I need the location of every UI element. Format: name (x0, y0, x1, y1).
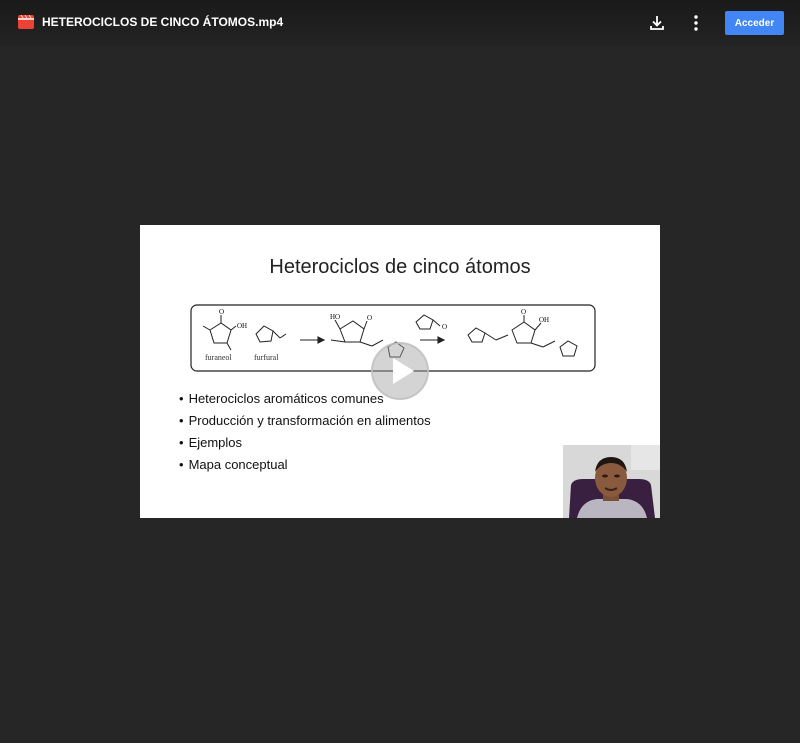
signin-button[interactable]: Acceder (725, 11, 784, 35)
presenter-image (563, 445, 660, 518)
scheme-atom-o3: O (442, 323, 447, 331)
scheme-atom-o: O (219, 308, 224, 316)
top-bar: HETEROCICLOS DE CINCO ÁTOMOS.mp4 Acceder (0, 0, 800, 46)
scheme-atom-o2: O (367, 314, 372, 322)
slide-bullet-list: Heterociclos aromáticos comunes Producci… (179, 391, 431, 479)
scheme-atom-ho: HO (330, 313, 340, 321)
scheme-atom-oh: OH (237, 322, 247, 330)
presenter-video (563, 445, 660, 518)
video-player[interactable]: Heterociclos de cinco átomos O OH furane… (140, 225, 660, 518)
scheme-label-furfural: furfural (254, 353, 279, 362)
bullet-item: Producción y transformación en alimentos (179, 413, 431, 435)
file-name: HETEROCICLOS DE CINCO ÁTOMOS.mp4 (42, 15, 284, 29)
video-file-icon (18, 15, 34, 29)
download-icon[interactable] (646, 12, 668, 34)
bullet-item: Ejemplos (179, 435, 431, 457)
more-vert-icon[interactable] (685, 12, 707, 34)
scheme-label-furaneol: furaneol (205, 353, 232, 362)
scheme-atom-o4: O (521, 308, 526, 316)
slide-title: Heterociclos de cinco átomos (269, 256, 531, 278)
scheme-atom-oh2: OH (539, 316, 549, 324)
bullet-item: Mapa conceptual (179, 457, 431, 479)
play-icon[interactable] (370, 341, 430, 401)
